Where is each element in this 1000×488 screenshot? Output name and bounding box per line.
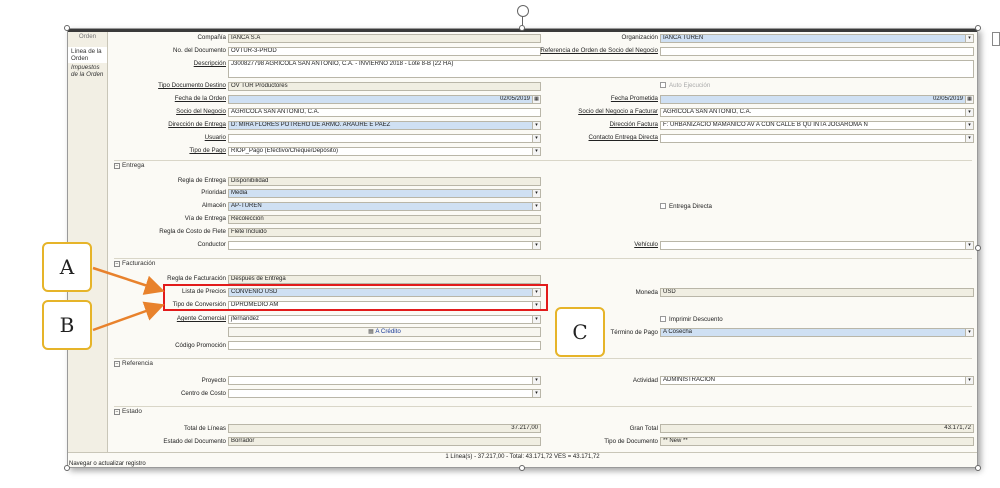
callout-c: C <box>555 307 605 357</box>
arrow-b <box>92 301 165 332</box>
callout-b: B <box>42 300 92 350</box>
callout-a: A <box>42 242 92 292</box>
annotation-arrows <box>92 266 165 332</box>
arrow-a <box>92 266 165 295</box>
